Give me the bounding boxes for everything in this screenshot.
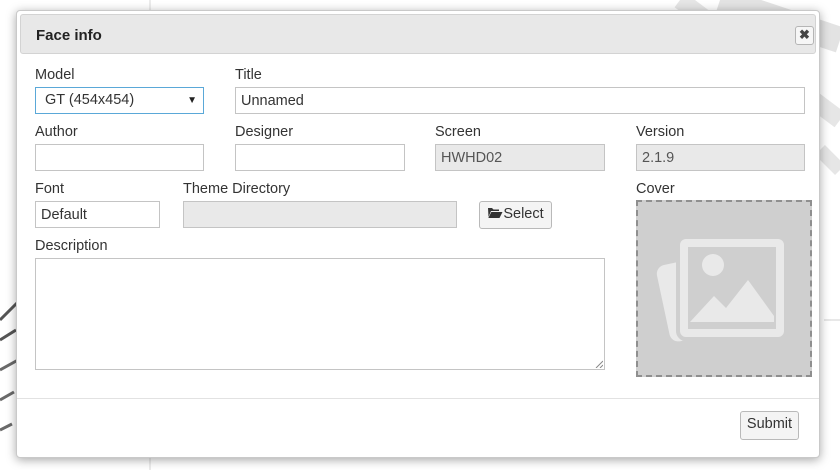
cover-image-dropzone[interactable] <box>636 200 812 377</box>
image-placeholder-icon <box>656 235 788 342</box>
font-input[interactable] <box>35 201 160 228</box>
designer-input[interactable] <box>235 144 405 171</box>
title-label: Title <box>235 67 262 83</box>
author-input[interactable] <box>35 144 204 171</box>
folder-open-icon <box>488 208 503 218</box>
dialog-title: Face info <box>36 27 102 44</box>
description-textarea[interactable] <box>35 258 605 370</box>
author-label: Author <box>35 124 78 140</box>
model-label: Model <box>35 67 75 83</box>
select-button-label: Select <box>503 206 544 222</box>
select-directory-button[interactable]: Select <box>479 201 552 229</box>
designer-label: Designer <box>235 124 294 140</box>
submit-button-label: Submit <box>746 416 793 432</box>
dropdown-arrow-icon: ▼ <box>187 95 197 106</box>
font-label: Font <box>35 181 65 197</box>
submit-button[interactable]: Submit <box>740 411 799 440</box>
model-selected-value: GT (454x454) <box>45 92 135 108</box>
footer-divider <box>17 398 819 399</box>
description-label: Description <box>35 238 108 254</box>
version-label: Version <box>636 124 685 140</box>
screen-input <box>435 144 605 171</box>
resize-grip-icon[interactable] <box>595 360 603 368</box>
dialog-header: Face info ✖ <box>20 14 816 54</box>
screen-label: Screen <box>435 124 481 140</box>
close-button[interactable]: ✖ <box>795 26 814 45</box>
face-info-dialog: Face info ✖ Model GT (454x454) ▼ Title A… <box>16 10 820 458</box>
close-icon: ✖ <box>799 27 810 42</box>
title-input[interactable] <box>235 87 805 114</box>
cover-label: Cover <box>636 181 675 197</box>
version-input <box>636 144 805 171</box>
theme-directory-input <box>183 201 457 228</box>
model-select[interactable]: GT (454x454) ▼ <box>35 87 204 114</box>
theme-directory-label: Theme Directory <box>183 181 291 197</box>
